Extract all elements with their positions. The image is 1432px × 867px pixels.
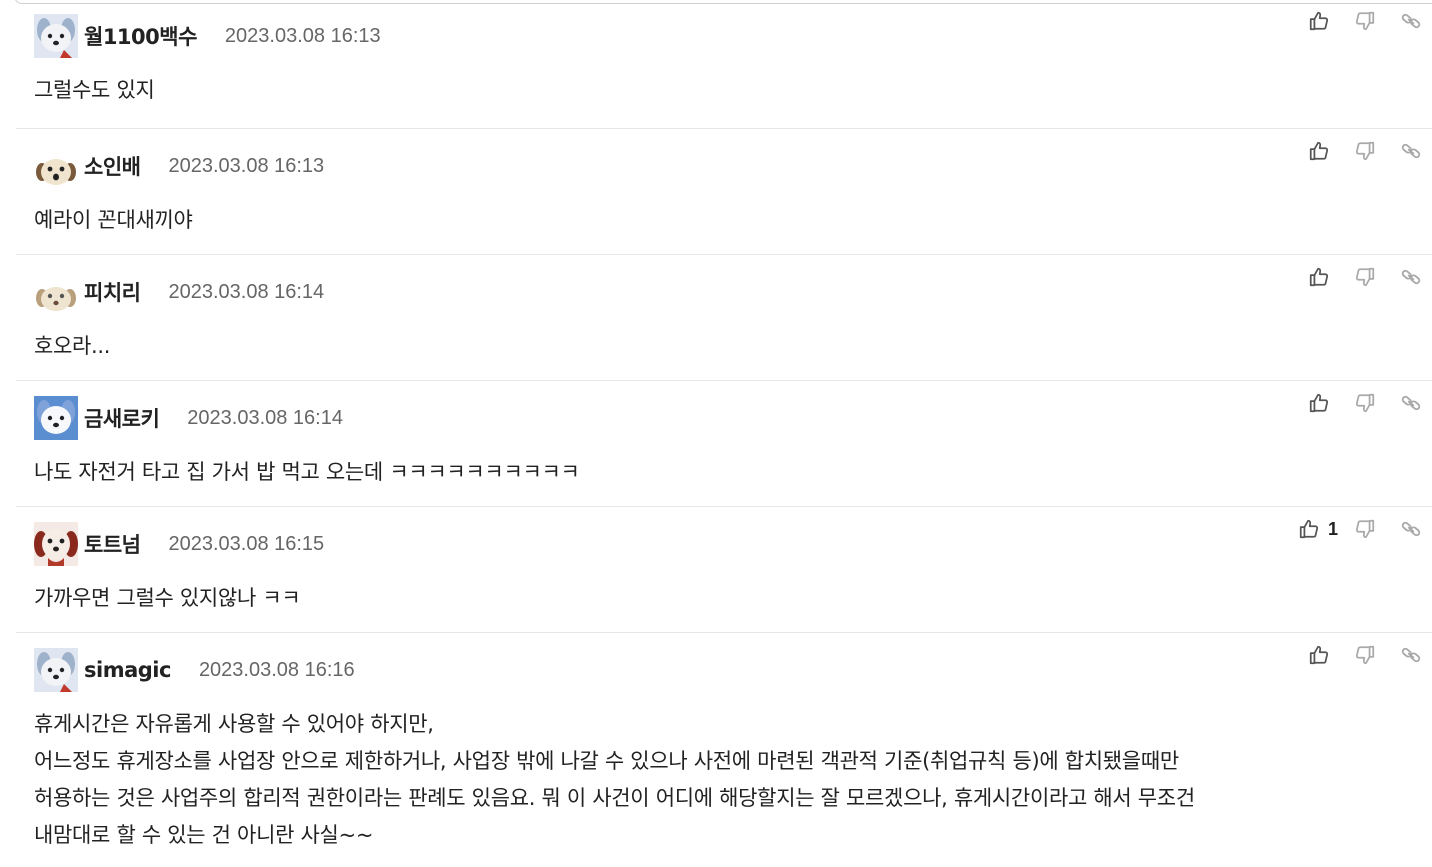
comment-divider: [16, 380, 1432, 381]
comment-text: 가까우면 그럴수 있지않나 ㅋㅋ: [34, 586, 301, 610]
avatar[interactable]: [34, 270, 78, 314]
author-nickname[interactable]: 피치리: [84, 277, 141, 307]
author-nickname[interactable]: 금새로키: [84, 403, 160, 433]
comment-date: 2023.03.08 16:15: [168, 532, 325, 555]
comment-item: 토트넘 2023.03.08 16:15 1 가까우면 그럴수 있지않나 ㅋㅋ: [16, 508, 1432, 634]
author-nickname[interactable]: 소인배: [84, 151, 141, 181]
thumbs-up-icon[interactable]: [1308, 266, 1330, 288]
thumbs-down-icon[interactable]: [1354, 644, 1376, 666]
comment-item: simagic 2023.03.08 16:16 휴게시간은 자유롭게 사용할 …: [16, 634, 1432, 864]
thumbs-up-icon[interactable]: [1298, 518, 1320, 540]
comment-header: 월1100백수 2023.03.08 16:13: [34, 14, 381, 58]
avatar[interactable]: [34, 144, 78, 188]
comment-date: 2023.03.08 16:13: [168, 154, 325, 177]
author-nickname[interactable]: 토트넘: [84, 529, 141, 559]
comment-item: 소인배 2023.03.08 16:13 예라이 꼰대새끼야: [16, 130, 1432, 256]
thumbs-down-icon[interactable]: [1354, 10, 1376, 32]
link-icon[interactable]: [1400, 644, 1422, 666]
comment-item: 금새로키 2023.03.08 16:14 나도 자전거 타고 집 가서 밥 먹…: [16, 382, 1432, 508]
comment-text: 휴게시간은 자유롭게 사용할 수 있어야 하지만,: [34, 712, 434, 736]
comment-item: 월1100백수 2023.03.08 16:13 그럴수도 있지: [16, 0, 1432, 126]
link-icon[interactable]: [1400, 10, 1422, 32]
comment-header: simagic 2023.03.08 16:16: [34, 648, 355, 692]
comment-divider: [16, 506, 1432, 507]
comment-date: 2023.03.08 16:14: [187, 406, 343, 429]
like-count: 1: [1327, 518, 1338, 539]
avatar[interactable]: [34, 14, 78, 58]
comment-actions: 1: [1298, 518, 1422, 540]
comment-header: 토트넘 2023.03.08 16:15: [34, 522, 324, 566]
thumbs-up-icon[interactable]: [1308, 10, 1330, 32]
comment-actions: [1308, 644, 1422, 666]
comment-date: 2023.03.08 16:16: [198, 658, 355, 681]
comment-text: 예라이 꼰대새끼야: [34, 208, 193, 232]
comment-date: 2023.03.08 16:13: [224, 24, 381, 47]
comment-text: 어느정도 휴게장소를 사업장 안으로 제한하거나, 사업장 밖에 나갈 수 있으…: [34, 749, 1179, 773]
link-icon[interactable]: [1400, 140, 1422, 162]
thumbs-up-icon[interactable]: [1308, 140, 1330, 162]
comment-date: 2023.03.08 16:14: [168, 280, 325, 303]
comment-text: 허용하는 것은 사업주의 합리적 권한이라는 판례도 있음요. 뭐 이 사건이 …: [34, 786, 1195, 810]
comment-header: 피치리 2023.03.08 16:14: [34, 270, 324, 314]
comment-text: 나도 자전거 타고 집 가서 밥 먹고 오는데 ㅋㅋㅋㅋㅋㅋㅋㅋㅋㅋ: [34, 460, 580, 484]
avatar[interactable]: [34, 522, 78, 566]
comment-item: 피치리 2023.03.08 16:14 호오라...: [16, 256, 1432, 382]
comment-actions: [1308, 140, 1422, 162]
link-icon[interactable]: [1400, 392, 1422, 414]
comment-actions: [1308, 266, 1422, 288]
comment-divider: [16, 128, 1432, 129]
author-nickname[interactable]: 월1100백수: [84, 21, 197, 51]
comment-text: 그럴수도 있지: [34, 78, 155, 102]
avatar[interactable]: [34, 648, 78, 692]
thumbs-down-icon[interactable]: [1354, 392, 1376, 414]
thumbs-down-icon[interactable]: [1354, 266, 1376, 288]
comment-actions: [1308, 10, 1422, 32]
comment-actions: [1308, 392, 1422, 414]
comment-text: 호오라...: [34, 334, 111, 358]
comment-header: 소인배 2023.03.08 16:13: [34, 144, 324, 188]
link-icon[interactable]: [1400, 266, 1422, 288]
comment-header: 금새로키 2023.03.08 16:14: [34, 396, 343, 440]
comment-divider: [16, 254, 1432, 255]
thumbs-down-icon[interactable]: [1354, 518, 1376, 540]
thumbs-up-icon[interactable]: [1308, 392, 1330, 414]
author-nickname[interactable]: simagic: [84, 658, 171, 682]
thumbs-down-icon[interactable]: [1354, 140, 1376, 162]
avatar[interactable]: [34, 396, 78, 440]
comment-divider: [16, 632, 1432, 633]
link-icon[interactable]: [1400, 518, 1422, 540]
thumbs-up-icon[interactable]: [1308, 644, 1330, 666]
comment-text: 내맘대로 할 수 있는 건 아니란 사실~~: [34, 823, 374, 847]
